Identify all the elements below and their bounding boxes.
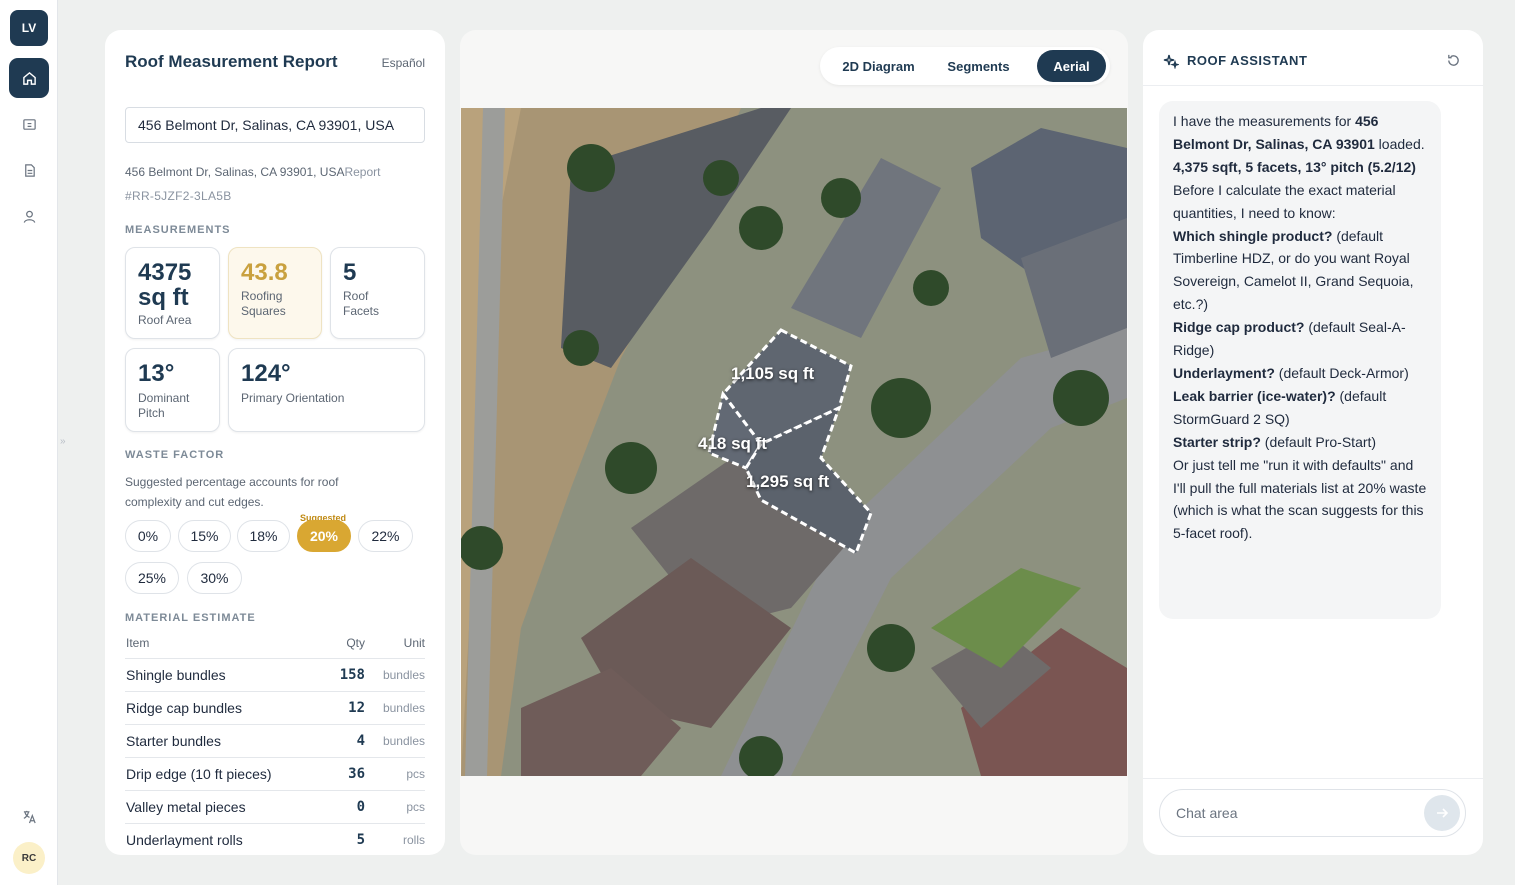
material-unit: bundles bbox=[382, 734, 425, 748]
address-line: 456 Belmont Dr, Salinas, CA 93901, USARe… bbox=[125, 165, 381, 179]
material-name: Ridge cap bundles bbox=[126, 700, 242, 716]
facets-value: 5 bbox=[343, 259, 357, 286]
table-row: Valley metal pieces 0 pcs bbox=[125, 790, 425, 823]
view-tabs: 2D Diagram Segments Aerial bbox=[820, 47, 1110, 85]
facets-label: Roof Facets bbox=[343, 289, 380, 318]
pitch-value: 13° bbox=[138, 360, 175, 387]
address-input[interactable]: 456 Belmont Dr, Salinas, CA 93901, USA bbox=[125, 107, 425, 143]
translate-icon bbox=[23, 810, 36, 823]
aerial-map[interactable]: 1,105 sq ft 418 sq ft 1,295 sq ft bbox=[461, 108, 1127, 776]
roof-area-label: Roof Area bbox=[138, 313, 192, 327]
material-qty: 4 bbox=[356, 733, 365, 749]
report-id: #RR-5JZF2-3LA5B bbox=[125, 189, 232, 203]
tab-2d-diagram[interactable]: 2D Diagram bbox=[826, 50, 931, 82]
nav-profile[interactable] bbox=[9, 196, 49, 236]
material-name: Underlayment rolls bbox=[126, 832, 243, 848]
material-qty: 5 bbox=[356, 832, 365, 848]
roof-area-value: 4375 sq ft bbox=[138, 259, 192, 311]
arrow-right-icon bbox=[1437, 808, 1449, 818]
orientation-label: Primary Orientation bbox=[241, 391, 345, 405]
assistant-panel: ROOF ASSISTANT I have the measurements f… bbox=[1143, 30, 1483, 855]
material-name: Shingle bundles bbox=[126, 667, 226, 683]
address-text: 456 Belmont Dr, Salinas, CA 93901, USA bbox=[125, 165, 345, 179]
assistant-header: ROOF ASSISTANT bbox=[1143, 30, 1483, 86]
waste-option-0[interactable]: 0% bbox=[125, 520, 171, 552]
header-item: Item bbox=[126, 636, 150, 650]
assistant-title: ROOF ASSISTANT bbox=[1187, 53, 1308, 68]
material-unit: bundles bbox=[382, 701, 425, 715]
report-panel: Roof Measurement Report Español 456 Belm… bbox=[105, 30, 445, 855]
material-name: Valley metal pieces bbox=[126, 799, 246, 815]
table-row: Shingle bundles 158 bundles bbox=[125, 658, 425, 691]
material-estimate-label: MATERIAL ESTIMATE bbox=[125, 612, 256, 624]
aerial-image bbox=[461, 108, 1127, 776]
stat-roof-facets: 5 Roof Facets bbox=[330, 247, 425, 339]
stat-roof-area: 4375 sq ft Roof Area bbox=[125, 247, 220, 339]
waste-description: Suggested percentage accounts for roof c… bbox=[125, 475, 339, 509]
map-panel: 2D Diagram Segments Aerial 1,105 sq ft 4… bbox=[460, 30, 1128, 855]
report-title: Roof Measurement Report bbox=[125, 52, 338, 71]
table-row: Underlayment rolls 5 rolls bbox=[125, 823, 425, 855]
waste-option-25[interactable]: 25% bbox=[125, 562, 179, 594]
stat-dominant-pitch: 13° Dominant Pitch bbox=[125, 348, 220, 432]
waste-option-22[interactable]: 22% bbox=[358, 520, 413, 552]
tab-segments[interactable]: Segments bbox=[936, 50, 1021, 82]
table-row: Drip edge (10 ft pieces) 36 pcs bbox=[125, 757, 425, 790]
material-name: Drip edge (10 ft pieces) bbox=[126, 766, 272, 782]
segment-area-label: 418 sq ft bbox=[698, 434, 767, 453]
squares-label: Roofing Squares bbox=[241, 289, 286, 318]
nav-home[interactable] bbox=[9, 58, 49, 98]
home-icon bbox=[22, 71, 36, 85]
send-button[interactable] bbox=[1424, 795, 1460, 831]
material-qty: 36 bbox=[348, 766, 365, 782]
squares-value: 43.8 bbox=[241, 259, 288, 286]
waste-option-18[interactable]: 18% bbox=[237, 520, 290, 552]
left-rail: LV RC bbox=[0, 0, 58, 885]
address-report-suffix: Report bbox=[344, 165, 381, 179]
sparkle-icon bbox=[1163, 54, 1179, 69]
header-unit: Unit bbox=[403, 636, 425, 650]
measurements-label: MEASUREMENTS bbox=[125, 224, 231, 236]
chat-placeholder: Chat area bbox=[1176, 805, 1238, 821]
material-qty: 0 bbox=[356, 799, 365, 815]
table-row: Starter bundles 4 bundles bbox=[125, 724, 425, 757]
material-unit: pcs bbox=[406, 800, 425, 814]
stat-primary-orientation: 124° Primary Orientation bbox=[228, 348, 425, 432]
waste-option-15[interactable]: 15% bbox=[178, 520, 231, 552]
material-unit: pcs bbox=[406, 767, 425, 781]
header-qty: Qty bbox=[346, 636, 365, 650]
language-toggle[interactable]: Español bbox=[382, 56, 425, 70]
material-unit: bundles bbox=[382, 668, 425, 682]
refresh-icon[interactable] bbox=[1446, 53, 1461, 68]
material-name: Starter bundles bbox=[126, 733, 221, 749]
segment-area-label: 1,105 sq ft bbox=[731, 364, 815, 383]
document-icon bbox=[24, 163, 35, 177]
folder-icon bbox=[22, 118, 36, 130]
panel-expander-icon[interactable]: » bbox=[60, 436, 66, 447]
orientation-value: 124° bbox=[241, 360, 291, 387]
material-unit: rolls bbox=[402, 833, 425, 847]
tab-aerial[interactable]: Aerial bbox=[1037, 50, 1106, 82]
nav-translate[interactable] bbox=[9, 796, 49, 836]
segment-area-label: 1,295 sq ft bbox=[746, 472, 830, 491]
chat-input[interactable]: Chat area bbox=[1159, 789, 1466, 837]
material-qty: 158 bbox=[339, 667, 365, 683]
waste-option-20[interactable]: 20% bbox=[297, 520, 351, 552]
nav-documents[interactable] bbox=[9, 150, 49, 190]
table-row: Ridge cap bundles 12 bundles bbox=[125, 691, 425, 724]
pitch-label: Dominant Pitch bbox=[138, 391, 190, 420]
material-qty: 12 bbox=[348, 700, 365, 716]
waste-factor-label: WASTE FACTOR bbox=[125, 449, 225, 461]
assistant-divider bbox=[1143, 778, 1483, 779]
assistant-message: I have the measurements for 456 Belmont … bbox=[1159, 101, 1441, 619]
user-avatar[interactable]: RC bbox=[13, 842, 45, 874]
user-icon bbox=[23, 210, 35, 223]
app-logo[interactable]: LV bbox=[10, 10, 48, 46]
waste-option-30[interactable]: 30% bbox=[187, 562, 242, 594]
nav-projects[interactable] bbox=[9, 104, 49, 144]
stat-roofing-squares: 43.8 Roofing Squares bbox=[228, 247, 322, 339]
